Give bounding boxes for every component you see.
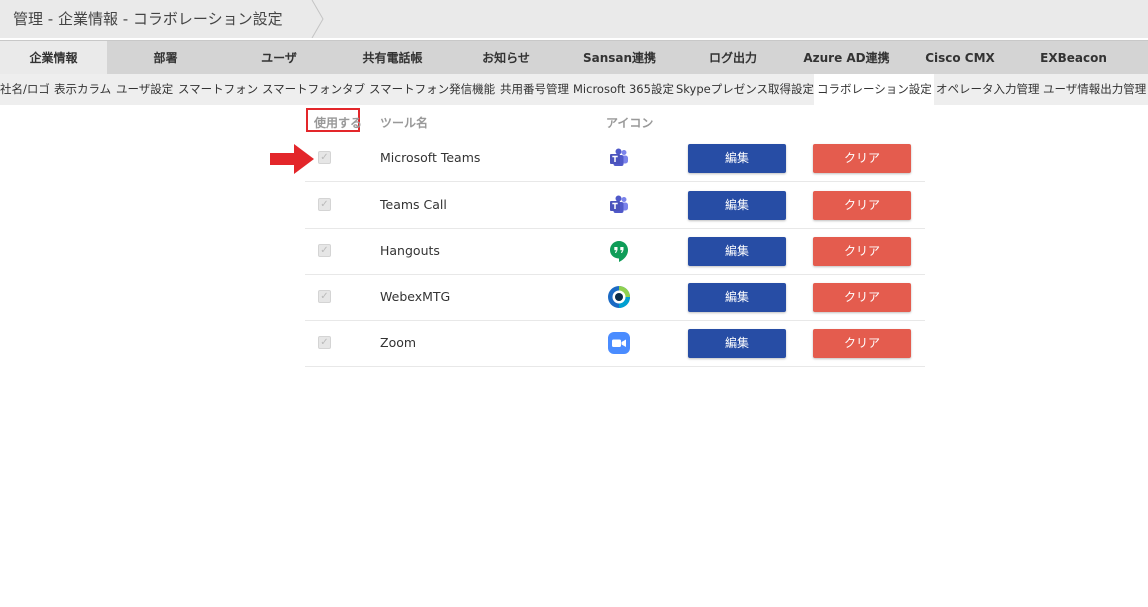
header-icon: アイコン — [606, 116, 654, 130]
clear-button[interactable]: クリア — [813, 329, 911, 358]
teams-icon — [610, 195, 628, 213]
tab-cisco-cmx[interactable]: Cisco CMX — [905, 41, 1015, 75]
tab-users[interactable]: ユーザ — [224, 41, 334, 75]
tool-name: Hangouts — [380, 243, 440, 258]
use-checkbox[interactable]: ✓ — [318, 151, 331, 164]
clear-button[interactable]: クリア — [813, 144, 911, 173]
table-row: ✓ Zoom 編集 クリア — [305, 320, 925, 367]
tab-company-info[interactable]: 企業情報 — [0, 41, 107, 75]
tab-sansan[interactable]: Sansan連携 — [561, 41, 678, 75]
subtab-smartphone[interactable]: スマートフォン — [178, 74, 258, 105]
tool-name: WebexMTG — [380, 289, 451, 304]
use-checkbox[interactable]: ✓ — [318, 290, 331, 303]
tab-azure-ad[interactable]: Azure AD連携 — [788, 41, 905, 75]
edit-button[interactable]: 編集 — [688, 329, 786, 358]
subtab-user-settings[interactable]: ユーザ設定 — [116, 74, 173, 105]
edit-button[interactable]: 編集 — [688, 144, 786, 173]
use-checkbox[interactable]: ✓ — [318, 336, 331, 349]
edit-button[interactable]: 編集 — [688, 237, 786, 266]
tab-notices[interactable]: お知らせ — [451, 41, 561, 75]
page-title: 管理 - 企業情報 - コラボレーション設定 — [13, 10, 283, 28]
subtab-microsoft-365[interactable]: Microsoft 365設定 — [573, 74, 674, 105]
edit-button[interactable]: 編集 — [688, 283, 786, 312]
breadcrumb-chevron-icon — [311, 0, 324, 38]
tool-name: Teams Call — [380, 197, 447, 212]
subtab-display-columns[interactable]: 表示カラム — [54, 74, 111, 105]
clear-button[interactable]: クリア — [813, 237, 911, 266]
header-tool-name: ツール名 — [380, 116, 429, 130]
sub-tab-bar: 社名/ロゴ 表示カラム ユーザ設定 スマートフォン スマートフォンタブ スマート… — [0, 74, 1148, 105]
subtab-collaboration[interactable]: コラボレーション設定 — [814, 74, 934, 105]
main-tab-bar: 企業情報 部署 ユーザ 共有電話帳 お知らせ Sansan連携 ログ出力 Azu… — [0, 40, 1148, 75]
table-row: ✓ Microsoft Teams 編集 クリア — [305, 135, 925, 182]
edit-button[interactable]: 編集 — [688, 191, 786, 220]
webex-icon — [608, 286, 630, 308]
clear-button[interactable]: クリア — [813, 191, 911, 220]
zoom-icon — [608, 332, 630, 354]
subtab-user-info-export[interactable]: ユーザ情報出力管理 — [1043, 74, 1146, 105]
subtab-company-logo[interactable]: 社名/ロゴ — [0, 74, 50, 105]
table-row: ✓ WebexMTG 編集 クリア — [305, 274, 925, 321]
tool-name: Zoom — [380, 335, 417, 350]
tool-name: Microsoft Teams — [380, 150, 481, 165]
tab-log-export[interactable]: ログ出力 — [678, 41, 788, 75]
use-checkbox[interactable]: ✓ — [318, 198, 331, 211]
header-use: 使用する — [314, 116, 363, 130]
subtab-smartphone-call[interactable]: スマートフォン発信機能 — [369, 74, 495, 105]
table-row: ✓ Hangouts 編集 クリア — [305, 228, 925, 275]
subtab-shared-number[interactable]: 共用番号管理 — [500, 74, 569, 105]
clear-button[interactable]: クリア — [813, 283, 911, 312]
use-checkbox[interactable]: ✓ — [318, 244, 331, 257]
subtab-skype-presence[interactable]: Skypeプレゼンス取得設定 — [676, 74, 814, 105]
tab-exbeacon[interactable]: EXBeacon — [1015, 41, 1132, 75]
table-row: ✓ Teams Call 編集 クリア — [305, 182, 925, 229]
subtab-smartphone-tab[interactable]: スマートフォンタブ — [262, 74, 365, 105]
tab-departments[interactable]: 部署 — [107, 41, 224, 75]
teams-icon — [610, 148, 628, 166]
breadcrumb: 管理 - 企業情報 - コラボレーション設定 — [0, 0, 1148, 38]
tab-shared-phonebook[interactable]: 共有電話帳 — [334, 41, 451, 75]
hangouts-icon — [610, 241, 628, 262]
subtab-operator-input[interactable]: オペレータ入力管理 — [936, 74, 1040, 105]
